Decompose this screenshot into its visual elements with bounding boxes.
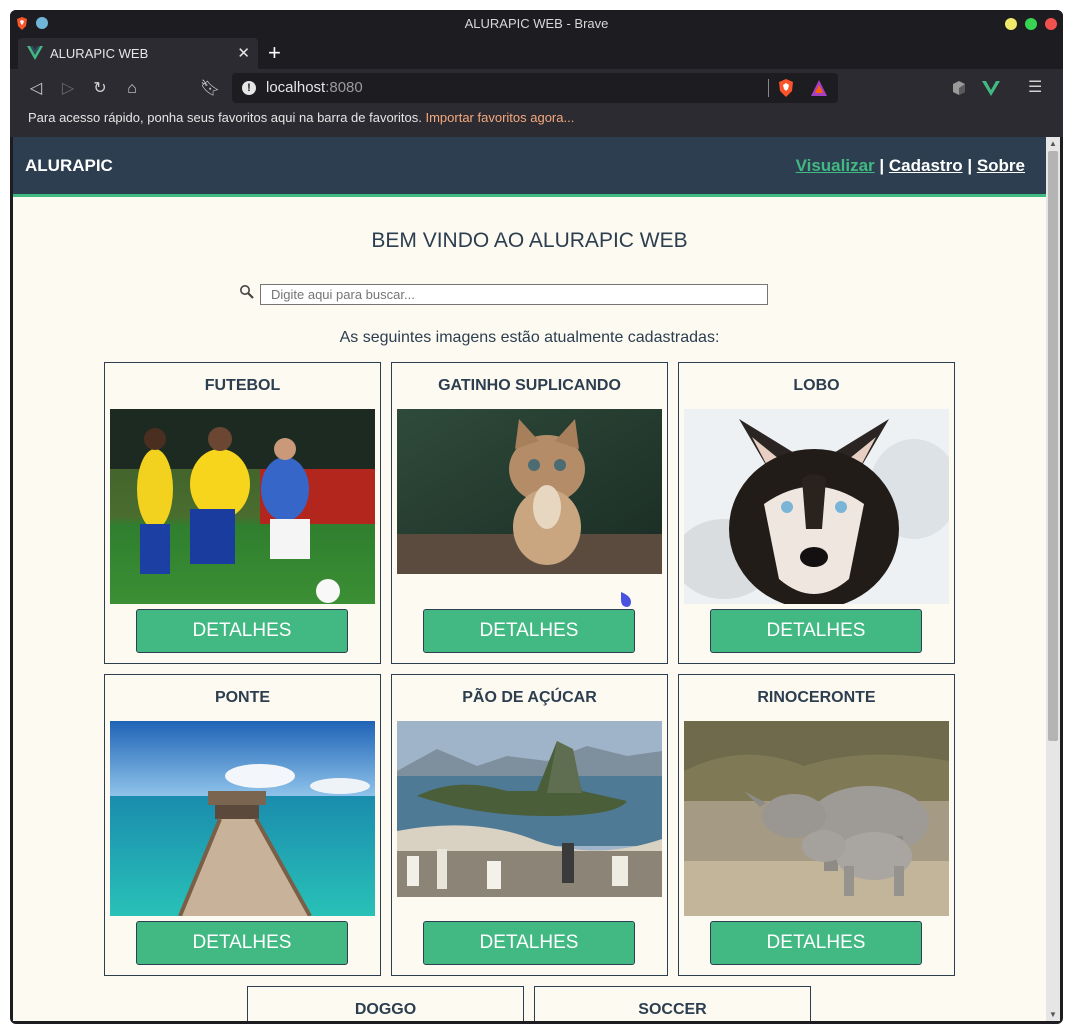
page-viewport: ALURAPIC Visualizar | Cadastro | Sobre B… [13,137,1046,1021]
photo-card: SOCCER [534,986,811,1021]
bookmark-icon[interactable]: 🔖︎ [198,77,222,101]
nav-separator: | [879,156,885,175]
maximize-icon[interactable] [1025,18,1037,30]
photo-card: PÃO DE AÇÚCAR DETALHES [391,674,668,976]
browser-toolbar: ◁ ▷ ↻ ⌂ 🔖︎ ! localhost:8080 ☰ [10,69,1063,109]
new-tab-icon[interactable]: + [268,38,281,68]
pier-ocean-photo [110,721,375,916]
scroll-down-icon[interactable]: ▼ [1049,1010,1057,1019]
photo-card: FUTEBOL DETALHES [104,362,381,664]
url-host: localhost [266,79,326,96]
app-nav: Visualizar | Cadastro | Sobre [796,156,1025,176]
rhinos-photo [684,721,949,916]
url-port: :8080 [325,79,363,96]
scroll-up-icon[interactable]: ▲ [1049,139,1057,148]
reload-icon[interactable]: ↻ [88,77,112,101]
address-bar[interactable]: ! localhost:8080 [232,73,838,103]
details-button[interactable]: DETALHES [423,921,635,965]
card-title: PÃO DE AÇÚCAR [462,689,597,706]
tab-strip: ALURAPIC WEB ✕ + [10,38,1063,69]
page-title: BEM VINDO AO ALURAPIC WEB [371,229,688,252]
url-separator [768,79,769,97]
import-bookmarks-link[interactable]: Importar favoritos agora... [425,110,574,125]
back-icon[interactable]: ◁ [24,77,48,101]
forward-icon[interactable]: ▷ [56,77,80,101]
brave-logo-icon [17,17,27,30]
details-button[interactable]: DETALHES [710,921,922,965]
photo-card: PONTE DETALHES [104,674,381,976]
photo-card: RINOCERONTE DETALHES [678,674,955,976]
photo-card: LOBO DETALHES [678,362,955,664]
search-icon [240,285,254,299]
search-input[interactable] [260,284,768,305]
details-button[interactable]: DETALHES [136,609,348,653]
minimize-icon[interactable] [1005,18,1017,30]
bookmarks-bar-text: Para acesso rápido, ponha seus favoritos… [28,110,422,125]
card-title: DOGGO [354,1001,417,1018]
nav-sobre[interactable]: Sobre [977,156,1025,175]
vue-devtools-icon[interactable] [982,79,1000,97]
card-title: GATINHO SUPLICANDO [438,377,621,394]
card-title: RINOCERONTE [757,689,876,706]
app-brand: ALURAPIC [25,156,113,175]
site-info-icon[interactable]: ! [242,81,256,95]
details-button[interactable]: DETALHES [423,609,635,653]
photo-card: DOGGO [247,986,524,1021]
details-button[interactable]: DETALHES [136,921,348,965]
browser-menu-icon[interactable]: ☰ [1028,77,1042,97]
card-title: FUTEBOL [204,377,281,394]
window-menu-icon[interactable] [36,17,48,29]
kitten-begging-photo [397,409,662,574]
brave-rewards-icon[interactable] [810,79,828,97]
soccer-players-photo [110,409,375,604]
scrollbar-thumb[interactable] [1048,151,1058,741]
images-subtitle: As seguintes imagens estão atualmente ca… [339,329,720,346]
vue-logo-icon [27,46,43,60]
card-title: LOBO [793,377,840,394]
bookmarks-bar: Para acesso rápido, ponha seus favoritos… [10,109,1063,137]
husky-wolf-photo [684,409,949,604]
close-tab-icon[interactable]: ✕ [237,38,250,69]
details-button[interactable]: DETALHES [710,609,922,653]
nav-separator: | [967,156,973,175]
brave-shields-icon[interactable] [778,79,794,97]
nav-visualizar[interactable]: Visualizar [796,156,875,175]
tab-alurapic[interactable]: ALURAPIC WEB ✕ [18,38,258,69]
home-icon[interactable]: ⌂ [120,77,144,101]
mouse-cursor-icon [621,592,631,607]
extension-cube-icon[interactable] [952,81,966,95]
card-title: PONTE [214,689,271,706]
nav-cadastro[interactable]: Cadastro [889,156,963,175]
close-window-icon[interactable] [1045,18,1057,30]
sugarloaf-mountain-photo [397,721,662,897]
tab-label: ALURAPIC WEB [50,46,149,61]
window-title: ALURAPIC WEB - Brave [464,16,609,31]
window-titlebar: ALURAPIC WEB - Brave [10,10,1063,38]
app-header: ALURAPIC Visualizar | Cadastro | Sobre [13,137,1046,197]
card-title: SOCCER [638,1001,707,1018]
page-scrollbar[interactable]: ▲ ▼ [1046,137,1060,1021]
browser-window: ALURAPIC WEB - Brave ALURAPIC WEB ✕ + ◁ … [10,10,1063,1024]
photo-card: GATINHO SUPLICANDO DETALHES [391,362,668,664]
